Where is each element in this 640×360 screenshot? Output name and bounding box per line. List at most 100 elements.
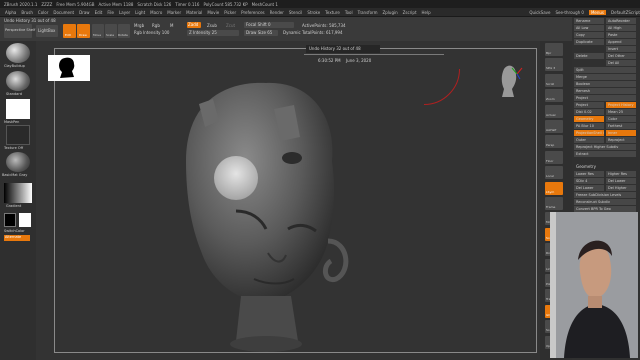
- tool-palette-button[interactable]: Dist 0.02: [574, 109, 604, 115]
- lightbox-button[interactable]: LightBox: [36, 25, 58, 37]
- tool-palette-button[interactable]: Project: [574, 95, 636, 101]
- menu-item-draw[interactable]: Draw: [79, 10, 89, 15]
- tool-palette-button[interactable]: Inner: [606, 130, 636, 136]
- tool-palette-button[interactable]: Geometry: [574, 116, 604, 122]
- draw-size-slider[interactable]: Draw Size 65: [244, 30, 278, 36]
- menubar-right-item[interactable]: QuickSave: [529, 10, 550, 15]
- menu-item-preferences[interactable]: Preferences: [241, 10, 265, 15]
- tool-palette-button[interactable]: Del Higher: [606, 185, 636, 191]
- clay-buildup-brush-icon[interactable]: [6, 43, 30, 63]
- tool-palette-button[interactable]: Delete: [574, 53, 604, 59]
- menu-item-texture[interactable]: Texture: [325, 10, 340, 15]
- right-shelf-button[interactable]: Floor: [545, 150, 563, 164]
- menu-item-render[interactable]: Render: [270, 10, 284, 15]
- main-color-swatch[interactable]: [4, 213, 16, 227]
- tool-palette-button[interactable]: Project History: [606, 102, 636, 108]
- menu-item-help[interactable]: Help: [422, 10, 431, 15]
- tool-palette-button[interactable]: Project: [574, 102, 604, 108]
- tool-palette-button[interactable]: Boolean: [574, 81, 636, 87]
- menu-item-layer[interactable]: Layer: [119, 10, 130, 15]
- tool-palette-button[interactable]: PA Blur 10: [574, 123, 604, 129]
- right-shelf-button[interactable]: Actual: [545, 104, 563, 118]
- geometry-header[interactable]: Geometry: [576, 164, 596, 169]
- tool-palette-button[interactable]: Reproject: [606, 137, 636, 143]
- tool-palette-button[interactable]: Higher Res: [606, 171, 636, 177]
- projection-button[interactable]: Perspective Shelf: [4, 24, 35, 38]
- m-toggle[interactable]: M: [170, 23, 173, 28]
- tool-palette-button[interactable]: Remesh: [574, 88, 636, 94]
- tool-palette-button[interactable]: Duplicate: [574, 39, 604, 45]
- dynamic-button[interactable]: Dynamic: [283, 30, 301, 35]
- sculpt-model[interactable]: [36, 41, 540, 360]
- edit-button[interactable]: Edit: [63, 24, 76, 38]
- tool-palette-button[interactable]: All Low: [574, 25, 604, 31]
- tool-palette-button[interactable]: AutoReorder: [606, 18, 636, 24]
- tool-palette-button[interactable]: Extract: [574, 151, 636, 157]
- tool-palette-button[interactable]: Mean 25: [606, 109, 636, 115]
- zcut-button[interactable]: Zcut: [226, 23, 235, 28]
- move-button[interactable]: Move: [92, 24, 104, 38]
- mrgb-toggle[interactable]: Mrgb: [134, 23, 144, 28]
- tool-palette-button[interactable]: Reconstruct Subdiv: [574, 199, 636, 205]
- menu-item-document[interactable]: Document: [53, 10, 74, 15]
- menubar-right-item[interactable]: See-through 0: [556, 10, 584, 15]
- tool-palette-button[interactable]: Merge: [574, 74, 636, 80]
- z-intensity-slider[interactable]: Z Intensity 25: [187, 30, 239, 36]
- menu-item-tool[interactable]: Tool: [345, 10, 353, 15]
- menu-item-stroke[interactable]: Stroke: [307, 10, 320, 15]
- alternate-button[interactable]: Alternate: [4, 235, 30, 241]
- rotate-button[interactable]: Rotate: [118, 24, 130, 38]
- right-shelf-button[interactable]: AAHalf: [545, 120, 563, 133]
- gradient-swatch[interactable]: [4, 183, 32, 203]
- rgb-intensity-slider[interactable]: Rgb Intensity 100: [134, 30, 169, 35]
- menu-item-alpha[interactable]: Alpha: [5, 10, 16, 15]
- tool-palette-button[interactable]: ProjectionShell 0: [574, 130, 604, 136]
- tool-palette-button[interactable]: Lower Res: [574, 171, 604, 177]
- menu-item-movie[interactable]: Movie: [207, 10, 219, 15]
- menu-item-marker[interactable]: Marker: [167, 10, 181, 15]
- right-shelf-button[interactable]: LSym: [545, 181, 563, 195]
- tool-palette-button[interactable]: Freeze SubDivision Levels: [574, 192, 636, 198]
- menu-item-transform[interactable]: Transform: [358, 10, 378, 15]
- right-shelf-button[interactable]: Scroll: [545, 73, 563, 87]
- right-shelf-button[interactable]: Bpr: [545, 43, 563, 56]
- standard-brush-icon[interactable]: [6, 71, 30, 91]
- tool-palette-button[interactable]: SDiv 4: [574, 178, 604, 184]
- menu-item-picker[interactable]: Picker: [224, 10, 236, 15]
- switch-color-button[interactable]: SwitchColor: [4, 229, 25, 234]
- menu-item-stencil[interactable]: Stencil: [289, 10, 303, 15]
- tool-palette-button[interactable]: Color: [606, 116, 636, 122]
- tool-palette-button[interactable]: Del Lower: [606, 178, 636, 184]
- menu-item-zscript[interactable]: Zscript: [403, 10, 417, 15]
- tool-palette-button[interactable]: Outer: [574, 137, 604, 143]
- menubar-right-item[interactable]: Menus: [588, 9, 607, 15]
- tool-palette-button[interactable]: Reproject Higher Subdiv: [574, 144, 636, 150]
- tool-palette-button[interactable]: Insert: [606, 46, 636, 52]
- tool-palette-button[interactable]: Copy: [574, 32, 604, 38]
- tool-palette-button[interactable]: Del Other: [606, 53, 636, 59]
- tool-palette-button[interactable]: Rename: [574, 18, 604, 24]
- tool-palette-button[interactable]: Farthest: [606, 123, 636, 129]
- texture-thumbnail[interactable]: [6, 125, 30, 145]
- menu-item-macro[interactable]: Macro: [150, 10, 162, 15]
- tool-palette-button[interactable]: Paste: [606, 32, 636, 38]
- right-shelf-button[interactable]: Local: [545, 166, 563, 180]
- menu-item-brush[interactable]: Brush: [21, 10, 33, 15]
- tool-palette-button[interactable]: Append: [606, 39, 636, 45]
- material-sphere-icon[interactable]: [6, 152, 30, 172]
- zadd-button[interactable]: Zadd: [187, 22, 201, 28]
- menu-item-light[interactable]: Light: [135, 10, 145, 15]
- rgb-toggle[interactable]: Rgb: [152, 23, 160, 28]
- document-canvas[interactable]: Undo History 32 out of 48 6:30:52 PM Jun…: [36, 41, 540, 360]
- right-shelf-button[interactable]: Frame: [545, 197, 563, 210]
- alpha-thumbnail[interactable]: [6, 99, 30, 119]
- right-shelf-button[interactable]: Zoom: [545, 89, 563, 103]
- tool-palette-button[interactable]: Split: [574, 67, 636, 73]
- tool-palette-button[interactable]: Del Lower: [574, 185, 604, 191]
- draw-button[interactable]: Draw: [77, 24, 90, 38]
- focal-shift-slider[interactable]: Focal Shift 0: [244, 22, 294, 28]
- menu-item-edit[interactable]: Edit: [95, 10, 103, 15]
- scale-button[interactable]: Scale: [105, 24, 117, 38]
- right-shelf-button[interactable]: SPix 3: [545, 58, 563, 72]
- menu-item-zplugin[interactable]: Zplugin: [383, 10, 398, 15]
